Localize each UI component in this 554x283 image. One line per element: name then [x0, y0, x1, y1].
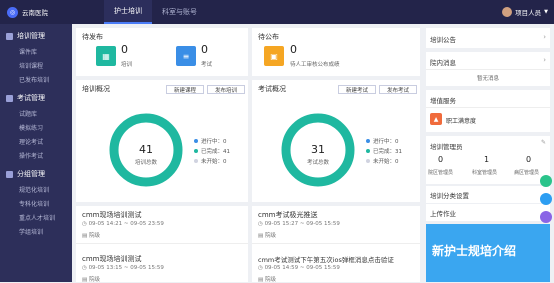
card-title: 考试概况 — [258, 85, 286, 93]
news-empty: 暂无消息 — [476, 76, 499, 82]
play-icon[interactable] — [540, 175, 552, 187]
exam-group-icon — [6, 94, 13, 102]
training-admins: 培训管理员 ✎ 0 院区管理员 1 科室管理员 0 病区管理员 — [426, 136, 550, 184]
publish-training-button[interactable]: 发布培训 — [207, 85, 245, 94]
pending-announce-card: 待公布 ▣ 0 待人工审核公布成绩 — [252, 28, 420, 76]
exam-icon[interactable]: ≡ — [176, 46, 196, 66]
new-exam-button[interactable]: 新建考试 — [338, 85, 376, 94]
campus-admin-label: 院区管理员 — [428, 170, 454, 176]
sidebar-group-grouping[interactable]: 分组管理 — [0, 166, 72, 182]
ward-admin-count: 0 — [526, 155, 532, 164]
legend-completed: 已完成：41 — [194, 147, 230, 155]
sidebar-item-mock-practice[interactable]: 模拟练习 — [0, 120, 72, 134]
list-item-time: ◷ 09-05 14:59 ~ 09-05 15:59 — [258, 265, 340, 271]
phone-icon[interactable] — [540, 211, 552, 223]
training-icon[interactable]: ▦ — [96, 46, 116, 66]
sidebar-item-courseware[interactable]: 课件库 — [0, 44, 72, 58]
edit-icon[interactable]: ✎ — [541, 139, 546, 146]
sidebar-item-question-bank[interactable]: 试题库 — [0, 106, 72, 120]
publish-exam-button[interactable]: 发布考试 — [379, 85, 417, 94]
dept-admin-count: 1 — [484, 155, 490, 164]
tag-icon: ▤ — [258, 277, 265, 283]
training-category-settings[interactable]: 培训分类设置 — [426, 186, 550, 203]
chevron-down-icon: ▼ — [544, 9, 548, 15]
card-title: 待发布 — [82, 33, 103, 41]
logo-icon: ◎ — [7, 6, 18, 18]
exam-total: 31 — [311, 143, 325, 156]
top-bar: ◎ 云南医院 护士培训 科室与账号 项目人员 ▼ — [0, 0, 554, 24]
list-item-tag: ▤ 院级 — [258, 233, 276, 239]
sidebar-item-key-talent-training[interactable]: 重点人才培训 — [0, 210, 72, 224]
sidebar-item-theory-exam[interactable]: 理论考试 — [0, 134, 72, 148]
sidebar-item-published-training[interactable]: 已发布培训 — [0, 72, 72, 86]
campus-admin-count: 0 — [438, 155, 444, 164]
sidebar-group-exam[interactable]: 考试管理 — [0, 90, 72, 106]
training-overview-card: 培训概况 新建课程 发布培训 41 培训总数 进行中：0 已完成：41 未开始：… — [76, 80, 248, 202]
satisfaction-icon: ▲ — [430, 113, 442, 125]
pending-training-count: 0 — [121, 43, 128, 56]
group-icon — [6, 170, 13, 178]
tag-icon: ▤ — [258, 233, 265, 239]
ward-admin-label: 病区管理员 — [514, 170, 540, 176]
logo-text: 云南医院 — [22, 9, 48, 17]
list-item-title[interactable]: cmm考试测试下午第五次ios弹框消息点击验证 — [258, 254, 394, 264]
list-item-title[interactable]: cmm现场培训测试 — [82, 254, 142, 264]
list-item-time: ◷ 09-05 14:21 ~ 09-05 23:59 — [82, 221, 164, 227]
pending-grade-label: 待人工审核公布成绩 — [290, 62, 340, 68]
training-list: cmm现场培训测试 ◷ 09-05 14:21 ~ 09-05 23:59 ▤ … — [76, 206, 248, 283]
grade-icon[interactable]: ▣ — [264, 46, 284, 66]
list-item-title[interactable]: cmm考试极光推送 — [258, 210, 318, 220]
chat-icon[interactable] — [540, 193, 552, 205]
user-menu[interactable]: 项目人员 ▼ — [502, 0, 548, 24]
chevron-right-icon: › — [543, 33, 546, 41]
sidebar-item-specialty-training[interactable]: 专科化培训 — [0, 196, 72, 210]
legend-completed: 已完成：31 — [366, 147, 402, 155]
dept-admin-label: 科室管理员 — [472, 170, 498, 176]
training-group-icon — [6, 32, 13, 40]
value-added-services: 增值服务 ▲ 职工满意度 — [426, 90, 550, 132]
chevron-right-icon[interactable]: › — [543, 56, 546, 64]
training-announcement[interactable]: 培训公告 › — [426, 28, 550, 48]
sidebar-item-training-course[interactable]: 培训课程 — [0, 58, 72, 72]
user-name: 项目人员 — [515, 9, 542, 17]
pending-publish-card: 待发布 ▦ 0 培训 ≡ 0 考试 — [76, 28, 248, 76]
legend-not-started: 未开始：0 — [366, 157, 399, 165]
sidebar-group-training[interactable]: 培训管理 — [0, 28, 72, 44]
list-item-time: ◷ 09-05 15:27 ~ 09-05 15:59 — [258, 221, 340, 227]
staff-satisfaction-link[interactable]: 职工满意度 — [446, 116, 476, 125]
legend-not-started: 未开始：0 — [194, 157, 227, 165]
card-title: 待公布 — [258, 33, 279, 41]
card-title: 培训概况 — [82, 85, 110, 93]
pending-exam-label: 考试 — [201, 62, 213, 68]
hospital-news: 院内消息 › 暂无消息 — [426, 52, 550, 86]
list-item-time: ◷ 09-05 13:15 ~ 09-05 15:59 — [82, 265, 164, 271]
pending-grade-count: 0 — [290, 43, 297, 56]
sidebar: 培训管理 课件库 培训课程 已发布培训 考试管理 试题库 模拟练习 理论考试 操… — [0, 24, 72, 282]
app-logo[interactable]: ◎ 云南医院 — [0, 6, 74, 18]
tab-department-account[interactable]: 科室与账号 — [152, 0, 207, 24]
list-item-title[interactable]: cmm现场培训测试 — [82, 210, 142, 220]
list-item-tag: ▤ 院级 — [82, 233, 100, 239]
pending-training-label: 培训 — [121, 62, 133, 68]
tab-nurse-training[interactable]: 护士培训 — [104, 0, 152, 24]
sidebar-item-standard-training[interactable]: 规范化培训 — [0, 182, 72, 196]
sidebar-item-group-training[interactable]: 学组培训 — [0, 224, 72, 238]
legend-in-progress: 进行中：0 — [194, 137, 227, 145]
legend-in-progress: 进行中：0 — [366, 137, 399, 145]
tag-icon: ▤ — [82, 277, 89, 283]
pending-exam-count: 0 — [201, 43, 208, 56]
exam-overview-card: 考试概况 新建考试 发布考试 31 考试总数 进行中：0 已完成：31 未开始：… — [252, 80, 420, 202]
avatar — [502, 7, 513, 17]
tag-icon: ▤ — [82, 233, 89, 239]
training-total: 41 — [139, 143, 153, 156]
sidebar-item-operation-exam[interactable]: 操作考试 — [0, 148, 72, 162]
new-course-button[interactable]: 新建课程 — [166, 85, 204, 94]
promo-banner[interactable]: 新护士规培介绍 — [426, 224, 550, 282]
exam-total-label: 考试总数 — [306, 160, 329, 166]
upload-homework[interactable]: 上传作业 — [426, 204, 550, 221]
exam-list: cmm考试极光推送 ◷ 09-05 15:27 ~ 09-05 15:59 ▤ … — [252, 206, 420, 283]
training-total-label: 培训总数 — [134, 160, 157, 166]
banner-text: 新护士规培介绍 — [432, 244, 517, 258]
